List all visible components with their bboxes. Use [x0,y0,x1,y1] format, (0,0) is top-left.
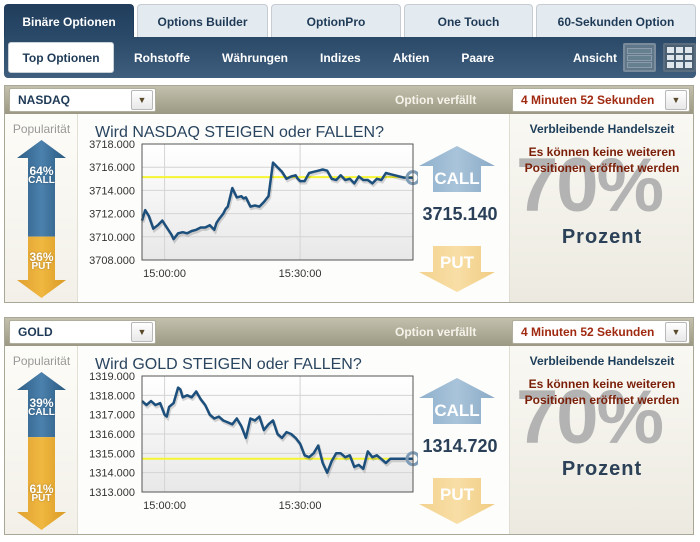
x-tick-label: 15:00:00 [143,268,186,280]
price-chart: 3718.000 3716.000 3714.000 3712.000 3710.000… [89,140,418,280]
call-popularity: 39% CALL [5,397,78,418]
list-view-bar [627,54,652,61]
trading-time-label: Verbleibende Handelszeit [529,122,675,136]
payout-label: Prozent [561,458,643,480]
trading-time-label: Verbleibende Handelszeit [529,354,675,368]
y-tick-label: 3714.000 [89,185,135,197]
call-button-label: CALL [434,401,479,420]
option-panel-gold: GOLD ▼ Option verfällt 4 Minuten 52 Seku… [4,317,694,535]
chevron-down-icon[interactable]: ▼ [665,90,687,110]
put-button[interactable]: PUT [417,244,497,294]
nav-top-optionen[interactable]: Top Optionen [8,42,114,73]
y-tick-label: 1317.000 [89,410,135,422]
price-chart: 1319.000 1318.000 1317.000 1316.000 1315.000… [89,372,418,512]
panel-body: Popularität 39% CALL 61% PUT Wird GOLD S… [5,346,693,534]
call-popularity: 64% CALL [5,165,78,186]
grid-cell [685,47,692,53]
info-column: 70% Verbleibende Handelszeit Es können k… [509,114,693,302]
plot-area [142,144,413,260]
y-tick-label: 1319.000 [89,372,135,383]
view-label: Ansicht [572,50,617,65]
grid-cell [667,54,674,61]
call-button-label: CALL [434,169,479,188]
panel-header: NASDAQ ▼ Option verfällt 4 Minuten 52 Se… [5,86,693,114]
asset-select[interactable]: GOLD ▼ [9,320,156,344]
y-tick-label: 1316.000 [89,429,135,441]
y-tick-label: 3712.000 [89,209,135,221]
grid-cell [676,62,683,68]
call-label: CALL [28,175,55,186]
option-panel-nasdaq: NASDAQ ▼ Option verfällt 4 Minuten 52 Se… [4,85,694,303]
call-share-bar [17,140,66,237]
call-button[interactable]: CALL [417,144,497,194]
nav-waehrungen[interactable]: Währungen [206,42,304,73]
x-tick-label: 15:00:00 [143,500,186,512]
grid-cell [676,47,683,53]
tab-options-builder[interactable]: Options Builder [137,4,268,38]
x-tick-label: 15:30:00 [279,268,322,280]
call-button[interactable]: CALL [417,376,497,426]
expiry-select[interactable]: 4 Minuten 52 Sekunden ▼ [512,88,690,112]
tab-60-sekunden-option[interactable]: 60-Sekunden Option [536,4,696,38]
chevron-down-icon[interactable]: ▼ [131,322,153,342]
info-column: 70% Verbleibende Handelszeit Es können k… [509,346,693,534]
asset-select-value: GOLD [18,325,53,339]
nav-rohstoffe[interactable]: Rohstoffe [118,42,206,73]
tab-optionpro[interactable]: OptionPro [271,4,401,38]
y-tick-label: 1318.000 [89,390,135,402]
chevron-down-icon[interactable]: ▼ [131,90,153,110]
asset-select-value: NASDAQ [18,93,71,107]
popularity-label: Popularität [12,354,71,368]
no-positions-warning: Es können keine weiteren Positionen eröf… [524,377,680,407]
nav-indizes[interactable]: Indizes [304,42,377,73]
y-tick-label: 3718.000 [89,140,135,151]
current-price: 1314.720 [422,436,498,456]
payout-label: Prozent [561,226,643,248]
y-tick-label: 3708.000 [89,255,135,267]
y-tick-label: 3710.000 [89,232,135,244]
grid-cell [667,47,674,53]
list-view-icon[interactable] [623,43,656,72]
tab-binaere-optionen[interactable]: Binäre Optionen [4,4,134,38]
nav-paare[interactable]: Paare [445,42,510,73]
put-popularity: 36% PUT [5,251,78,272]
put-popularity: 61% PUT [5,483,78,504]
no-positions-warning: Es können keine weiteren Positionen eröf… [524,145,680,175]
expiry-label: Option verfällt [395,93,477,107]
expiry-label: Option verfällt [395,325,477,339]
put-button-label: PUT [440,253,475,272]
expiry-select-value: 4 Minuten 52 Sekunden [521,325,655,339]
y-tick-label: 1315.000 [89,448,135,460]
put-label: PUT [31,261,52,272]
panel-header: GOLD ▼ Option verfällt 4 Minuten 52 Seku… [5,318,693,346]
y-tick-label: 1313.000 [89,487,135,499]
current-price: 3715.140 [422,204,498,224]
product-tabs: Binäre Optionen Options Builder OptionPr… [4,4,696,38]
call-label: CALL [28,407,55,418]
popularity-label: Popularität [12,122,71,136]
grid-cell [676,54,683,61]
category-nav: Top Optionen Rohstoffe Währungen Indizes… [4,37,696,78]
list-view-bar [627,61,652,68]
grid-view-icon[interactable] [663,43,696,72]
expiry-select[interactable]: 4 Minuten 52 Sekunden ▼ [512,320,690,344]
x-tick-label: 15:30:00 [279,500,322,512]
y-tick-label: 1314.000 [89,468,135,480]
panel-body: Popularität 64% CALL 36% PUT Wird NASDAQ… [5,114,693,302]
put-button-label: PUT [440,485,475,504]
tab-one-touch[interactable]: One Touch [404,4,533,38]
put-button[interactable]: PUT [417,476,497,526]
grid-cell [667,62,674,68]
nav-aktien[interactable]: Aktien [377,42,446,73]
grid-cell [685,62,692,68]
y-tick-label: 3716.000 [89,162,135,174]
list-view-bar [627,47,652,54]
put-label: PUT [31,493,52,504]
grid-cell [685,54,692,61]
chevron-down-icon[interactable]: ▼ [665,322,687,342]
asset-select[interactable]: NASDAQ ▼ [9,88,156,112]
expiry-select-value: 4 Minuten 52 Sekunden [521,93,655,107]
popularity-column: Popularität 64% CALL 36% PUT [5,114,78,302]
popularity-column: Popularität 39% CALL 61% PUT [5,346,78,534]
